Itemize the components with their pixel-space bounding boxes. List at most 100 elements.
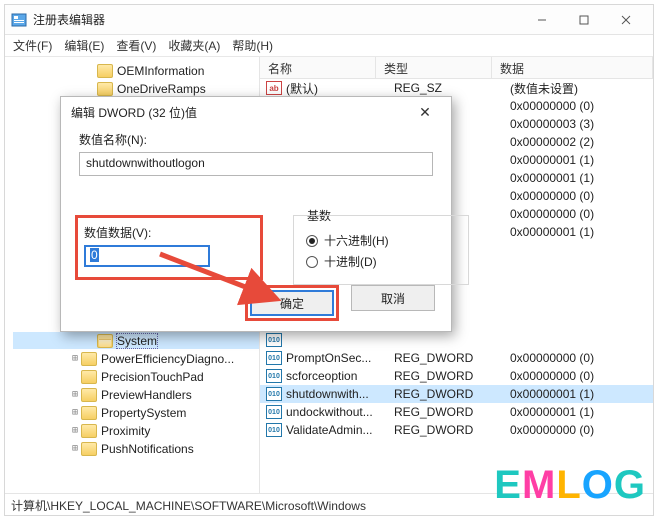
- dword-icon: 010: [266, 369, 282, 383]
- row-name: (默认): [286, 80, 394, 97]
- tree-item-label: OEMInformation: [117, 64, 204, 78]
- radix-group: 十六进制(H) 十进制(D): [293, 215, 469, 285]
- folder-icon: [81, 352, 97, 366]
- titlebar[interactable]: 注册表编辑器: [5, 5, 653, 35]
- dword-icon: 010: [266, 387, 282, 401]
- tree-item-label: PreviewHandlers: [101, 388, 192, 402]
- value-data-highlight: 数值数据(V): 0: [75, 215, 263, 280]
- row-type: REG_SZ: [394, 81, 510, 95]
- tree-item[interactable]: OEMInformation: [13, 62, 259, 79]
- tree-item[interactable]: PrecisionTouchPad: [13, 368, 259, 385]
- cancel-button[interactable]: 取消: [351, 285, 435, 311]
- row-data: 0x00000001 (1): [510, 387, 653, 401]
- value-name-input[interactable]: shutdownwithoutlogon: [79, 152, 433, 176]
- row-data: 0x00000000 (0): [510, 369, 653, 383]
- row-type: REG_DWORD: [394, 387, 510, 401]
- value-data-input[interactable]: 0: [84, 245, 210, 267]
- col-data[interactable]: 数据: [492, 57, 653, 78]
- row-type: REG_DWORD: [394, 405, 510, 419]
- dword-icon: 010: [266, 405, 282, 419]
- list-row[interactable]: 010 ValidateAdmin...REG_DWORD0x00000000 (…: [260, 421, 653, 439]
- row-type: REG_DWORD: [394, 423, 510, 437]
- row-name: ValidateAdmin...: [286, 423, 394, 437]
- folder-icon: [81, 406, 97, 420]
- folder-icon: [97, 82, 113, 96]
- list-row[interactable]: 010 scforceoptionREG_DWORD0x00000000 (0): [260, 367, 653, 385]
- list-row[interactable]: ab (默认)REG_SZ(数值未设置): [260, 79, 653, 97]
- row-data: 0x00000003 (3): [510, 117, 653, 131]
- row-data: 0x00000000 (0): [510, 351, 653, 365]
- list-row[interactable]: 010undockwithout...REG_DWORD0x00000001 (…: [260, 403, 653, 421]
- tree-item[interactable]: ⊞ Proximity: [13, 422, 259, 439]
- folder-icon: [97, 64, 113, 78]
- value-name-label: 数值名称(N):: [79, 131, 433, 148]
- row-data: (数值未设置): [510, 80, 653, 97]
- folder-icon: [81, 442, 97, 456]
- watermark: EMLOG: [494, 463, 646, 508]
- tree-item[interactable]: ⊞ PropertySystem: [13, 404, 259, 421]
- folder-icon: [81, 370, 97, 384]
- window-title: 注册表编辑器: [33, 11, 105, 28]
- dword-icon: 010: [266, 333, 282, 347]
- dword-icon: 010: [266, 423, 282, 437]
- tree-twisty-icon[interactable]: ⊞: [69, 443, 81, 454]
- app-icon: [11, 12, 27, 28]
- list-row[interactable]: 010PromptOnSec...REG_DWORD0x00000000 (0): [260, 349, 653, 367]
- tree-twisty-icon[interactable]: ⊞: [69, 407, 81, 418]
- tree-item[interactable]: ⊞ PreviewHandlers: [13, 386, 259, 403]
- dialog-title: 编辑 DWORD (32 位)值: [71, 104, 197, 121]
- folder-icon: [81, 424, 97, 438]
- folder-icon: [97, 334, 113, 348]
- ok-button[interactable]: 确定: [250, 290, 334, 316]
- list-row[interactable]: 010 shutdownwith...REG_DWORD0x00000001 (1…: [260, 385, 653, 403]
- dialog-close-button[interactable]: ✕: [409, 104, 441, 121]
- menu-view[interactable]: 查看(V): [116, 37, 156, 54]
- edit-dword-dialog: 编辑 DWORD (32 位)值 ✕ 数值名称(N): shutdownwith…: [60, 96, 452, 332]
- tree-item[interactable]: ⊞ PushNotifications: [13, 440, 259, 457]
- tree-item-label: PrecisionTouchPad: [101, 370, 204, 384]
- tree-twisty-icon[interactable]: ⊞: [69, 353, 81, 364]
- tree-twisty-icon[interactable]: ⊞: [69, 389, 81, 400]
- row-name: shutdownwith...: [286, 387, 394, 401]
- radix-hex-radio[interactable]: 十六进制(H): [306, 232, 456, 249]
- maximize-button[interactable]: [563, 8, 605, 32]
- col-name[interactable]: 名称: [260, 57, 376, 78]
- dialog-titlebar[interactable]: 编辑 DWORD (32 位)值 ✕: [61, 97, 451, 127]
- minimize-button[interactable]: [521, 8, 563, 32]
- radio-on-icon: [306, 235, 318, 247]
- tree-item[interactable]: ⊞ PowerEfficiencyDiagno...: [13, 350, 259, 367]
- menubar: 文件(F) 编辑(E) 查看(V) 收藏夹(A) 帮助(H): [5, 35, 653, 57]
- row-type: REG_DWORD: [394, 351, 510, 365]
- menu-favorites[interactable]: 收藏夹(A): [168, 37, 220, 54]
- tree-item-label: PushNotifications: [101, 442, 194, 456]
- ok-highlight: 确定: [245, 285, 339, 321]
- menu-edit[interactable]: 编辑(E): [64, 37, 104, 54]
- tree-item-label: System: [117, 334, 157, 348]
- col-type[interactable]: 类型: [376, 57, 492, 78]
- row-data: 0x00000000 (0): [510, 423, 653, 437]
- tree-item[interactable]: System: [13, 332, 259, 349]
- row-data: 0x00000000 (0): [510, 207, 653, 221]
- row-data: 0x00000001 (1): [510, 153, 653, 167]
- row-name: undockwithout...: [286, 405, 394, 419]
- radio-off-icon: [306, 256, 318, 268]
- tree-item-label: PropertySystem: [101, 406, 186, 420]
- tree-twisty-icon[interactable]: ⊞: [69, 425, 81, 436]
- tree-item[interactable]: OneDriveRamps: [13, 80, 259, 97]
- row-name: scforceoption: [286, 369, 394, 383]
- list-header: 名称 类型 数据: [260, 57, 653, 79]
- tree-item-label: Proximity: [101, 424, 150, 438]
- menu-help[interactable]: 帮助(H): [232, 37, 273, 54]
- string-icon: ab: [266, 81, 282, 95]
- close-button[interactable]: [605, 8, 647, 32]
- menu-file[interactable]: 文件(F): [13, 37, 52, 54]
- value-data-label: 数值数据(V):: [84, 224, 254, 241]
- dword-icon: 010: [266, 351, 282, 365]
- row-data: 0x00000000 (0): [510, 99, 653, 113]
- tree-item-label: PowerEfficiencyDiagno...: [101, 352, 234, 366]
- row-data: 0x00000001 (1): [510, 225, 653, 239]
- row-data: 0x00000000 (0): [510, 189, 653, 203]
- radix-dec-radio[interactable]: 十进制(D): [306, 253, 456, 270]
- list-row[interactable]: 010: [260, 331, 653, 349]
- row-type: REG_DWORD: [394, 369, 510, 383]
